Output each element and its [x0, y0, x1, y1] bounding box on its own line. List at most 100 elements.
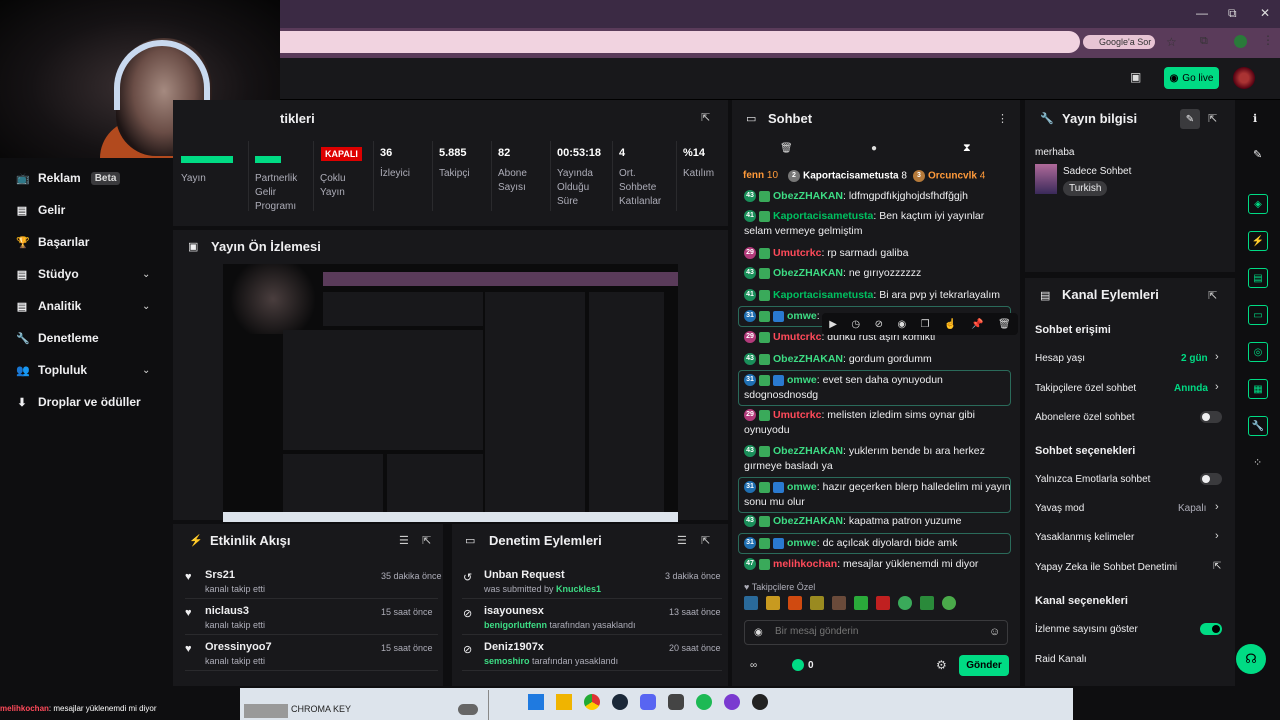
followers-only-chat-value[interactable]: Anında	[1174, 383, 1208, 394]
chat-username[interactable]: Umutcrkc	[773, 331, 821, 343]
chat-message[interactable]: 43 ObezZHAKAN: ldfmgpdfıkjghojdsfhdfğgjh	[744, 189, 1014, 204]
chat-message[interactable]: 31 omwe: hazır geçerken blerp halledelim …	[744, 480, 1014, 510]
popout-icon[interactable]: ⇱	[701, 534, 710, 547]
chat-message[interactable]: 43 ObezZHAKAN: kapatma patron yuzume	[744, 514, 1014, 529]
app-icon[interactable]	[668, 694, 684, 710]
chat-menu-icon[interactable]: ⋮	[997, 112, 1008, 125]
chat-username[interactable]: melihkochan	[773, 558, 837, 570]
emote[interactable]	[854, 596, 868, 610]
chat-message[interactable]: 43 ObezZHAKAN: ne gırıyozzzzzz	[744, 266, 1014, 281]
address-bar[interactable]	[280, 31, 1080, 53]
chat-username[interactable]: ObezZHAKAN	[773, 445, 843, 457]
activity-username[interactable]: Oressinyoo7	[205, 641, 272, 653]
trash-icon[interactable]: 🗑	[780, 143, 793, 154]
user-avatar[interactable]	[1233, 67, 1255, 89]
chevron-down-icon[interactable]: ⌄	[142, 301, 150, 312]
chat-message[interactable]: 43 ObezZHAKAN: gordum gordumm	[744, 352, 1014, 367]
google-ask-chip[interactable]: Google'a Sor	[1083, 35, 1155, 49]
shapes-icon[interactable]: ⁘	[1253, 456, 1262, 469]
sidebar-item[interactable]: ⬇ Droplar ve ödüller	[16, 395, 140, 409]
hide-icon[interactable]: ⊘	[875, 319, 883, 330]
mod-action-target[interactable]: isayounesx	[484, 605, 544, 617]
shield-icon[interactable]: ◈	[1248, 194, 1268, 214]
chat-username[interactable]: omwe	[787, 310, 817, 322]
mod-action-user[interactable]: semoshiro	[484, 656, 530, 666]
chat-settings-icon[interactable]: ⚙	[936, 658, 947, 672]
popout-icon[interactable]: ⇱	[422, 534, 431, 547]
profile-avatar[interactable]	[1234, 35, 1247, 48]
minimize-icon[interactable]: —	[1196, 6, 1208, 20]
stream-category[interactable]: Sadece Sohbet	[1063, 166, 1131, 177]
pin-icon[interactable]: 📌	[971, 319, 983, 330]
emote[interactable]	[766, 596, 780, 610]
wrench-icon[interactable]: 🔧	[1248, 416, 1268, 436]
chat-message[interactable]: 43 ObezZHAKAN: yuklerım bende bı ara herk…	[744, 444, 1014, 474]
chat-message[interactable]: 31 omwe: dc açılcak diyolardı bide amk	[744, 536, 1014, 551]
popout-icon[interactable]: ⇱	[1208, 289, 1217, 302]
sidebar-item[interactable]: 👥 Topluluk	[16, 363, 87, 377]
info-icon[interactable]: ℹ	[1253, 112, 1257, 125]
spotify-icon[interactable]	[696, 694, 712, 710]
lightning-icon[interactable]: ⚡	[1248, 231, 1268, 251]
mod-action-target[interactable]: Deniz1907x	[484, 641, 544, 653]
play-icon[interactable]: ▶	[829, 319, 837, 330]
emote-only-toggle[interactable]	[1200, 473, 1222, 485]
chat-username[interactable]: ObezZHAKAN	[773, 515, 843, 527]
chat-input-box[interactable]: ◉ ☺	[744, 620, 1008, 645]
emoji-icon[interactable]: ☺	[989, 626, 1000, 638]
emote[interactable]	[920, 596, 934, 610]
mod-action-user[interactable]: Knuckles1	[556, 584, 601, 594]
account-age-value[interactable]: 2 gün	[1181, 353, 1208, 364]
chat-username[interactable]: Umutcrkc	[773, 409, 821, 421]
external-link-icon[interactable]: ⇱	[1213, 561, 1221, 572]
cheer-icon[interactable]: ∞	[750, 660, 757, 671]
stream-tag[interactable]: Turkish	[1063, 181, 1108, 196]
copy-icon[interactable]: ❐	[921, 319, 930, 330]
chevron-right-icon[interactable]: ›	[1215, 381, 1219, 393]
chat-message[interactable]: 29 Umutcrkc: rp sarmadı galiba	[744, 246, 1014, 261]
chat-username[interactable]: Umutcrkc	[773, 247, 821, 259]
chat-username[interactable]: omwe	[787, 537, 817, 549]
chat-username[interactable]: ObezZHAKAN	[773, 353, 843, 365]
discord-icon[interactable]	[640, 694, 656, 710]
stream-preview-video[interactable]	[223, 264, 678, 522]
chat-message[interactable]: 31 omwe: evet sen daha oynuyodun sdognosd…	[744, 373, 1014, 403]
chevron-down-icon[interactable]: ⌄	[142, 365, 150, 376]
hourglass-icon[interactable]: ⧗	[963, 142, 971, 155]
sidebar-item[interactable]: ▤ Analitik	[16, 299, 82, 313]
raid-channel-label[interactable]: Raid Kanalı	[1035, 654, 1087, 665]
viewer-mode-icon[interactable]: ▣	[1130, 70, 1141, 84]
chat-bubble-icon[interactable]: ●	[871, 143, 877, 154]
help-icon[interactable]: ☊	[1236, 644, 1266, 674]
app-icon[interactable]	[724, 694, 740, 710]
chat-username[interactable]: omwe	[787, 481, 817, 493]
chat-username[interactable]: omwe	[787, 374, 817, 386]
emote[interactable]	[744, 596, 758, 610]
sidebar-item[interactable]: 📺 Reklam Beta	[16, 171, 121, 185]
steam-icon[interactable]	[612, 694, 628, 710]
chevron-right-icon[interactable]: ›	[1215, 351, 1219, 363]
windows-start-icon[interactable]	[528, 694, 544, 710]
broadcast-icon[interactable]: ◎	[1248, 342, 1268, 362]
emote[interactable]	[898, 596, 912, 610]
edit-icon[interactable]: ✎	[1180, 109, 1200, 129]
filter-icon[interactable]: ☰	[677, 534, 687, 547]
bookmark-star-icon[interactable]: ☆	[1166, 35, 1177, 49]
chat-message[interactable]: 41 Kaportacisametusta: Bi ara pvp yi tekr…	[744, 288, 1014, 303]
show-viewer-count-toggle[interactable]	[1200, 623, 1222, 635]
chat-username[interactable]: ObezZHAKAN	[773, 267, 843, 279]
mod-action-target[interactable]: Unban Request	[484, 569, 565, 581]
chrome-icon[interactable]	[584, 694, 600, 710]
channel-points-icon[interactable]	[792, 659, 804, 671]
timeout-icon[interactable]: ◷	[851, 319, 860, 330]
chat-username[interactable]: ObezZHAKAN	[773, 190, 843, 202]
sidebar-item[interactable]: ▤ Stüdyo	[16, 267, 79, 281]
emote[interactable]	[876, 596, 890, 610]
file-explorer-icon[interactable]	[556, 694, 572, 710]
banned-words-label[interactable]: Yasaklanmış kelimeler	[1035, 532, 1134, 543]
maximize-icon[interactable]: ⧉	[1228, 6, 1237, 21]
activity-username[interactable]: niclaus3	[205, 605, 249, 617]
slow-mode-value[interactable]: Kapalı	[1178, 503, 1206, 514]
chevron-right-icon[interactable]: ›	[1215, 501, 1219, 513]
pencil-icon[interactable]: ✎	[1253, 148, 1262, 161]
